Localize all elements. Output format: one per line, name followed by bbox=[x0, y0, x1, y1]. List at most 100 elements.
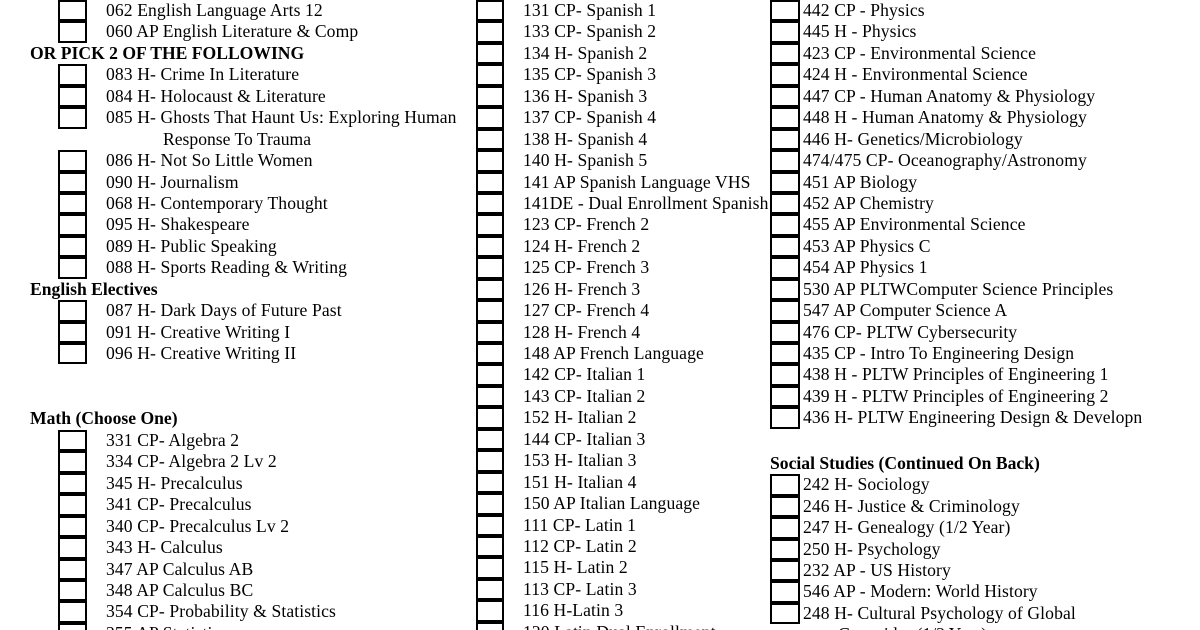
course-option-row[interactable]: 451 AP Biology bbox=[762, 171, 1200, 193]
course-option-row[interactable]: 112 CP- Latin 2 bbox=[465, 535, 765, 558]
course-option-row[interactable]: 423 CP - Environmental Science bbox=[762, 42, 1200, 65]
course-checkbox[interactable] bbox=[58, 494, 87, 516]
course-checkbox[interactable] bbox=[770, 385, 800, 408]
course-checkbox[interactable] bbox=[476, 471, 504, 494]
course-checkbox[interactable] bbox=[58, 0, 87, 22]
course-option-row[interactable]: 126 H- French 3 bbox=[465, 278, 765, 301]
course-option-row[interactable]: 150 AP Italian Language bbox=[465, 493, 765, 515]
course-option-row[interactable]: 530 AP PLTWComputer Science Principles bbox=[762, 278, 1200, 301]
course-checkbox[interactable] bbox=[770, 150, 800, 172]
course-checkbox[interactable] bbox=[58, 300, 87, 322]
course-option-row[interactable]: 151 H- Italian 4 bbox=[465, 471, 765, 494]
course-checkbox[interactable] bbox=[58, 150, 87, 172]
course-checkbox[interactable] bbox=[770, 300, 800, 322]
course-option-row[interactable]: 424 H - Environmental Science bbox=[762, 64, 1200, 86]
course-option-row[interactable]: 091 H- Creative Writing I bbox=[0, 321, 460, 343]
course-option-row[interactable]: 447 CP - Human Anatomy & Physiology bbox=[762, 85, 1200, 108]
course-option-row[interactable]: 454 AP Physics 1 bbox=[762, 257, 1200, 279]
course-option-row[interactable]: 442 CP - Physics bbox=[762, 0, 1200, 22]
course-option-row[interactable]: 116 H-Latin 3 bbox=[465, 600, 765, 622]
course-checkbox[interactable] bbox=[58, 579, 87, 602]
course-option-row[interactable]: 134 H- Spanish 2 bbox=[465, 42, 765, 65]
course-checkbox[interactable] bbox=[770, 474, 800, 496]
course-checkbox[interactable] bbox=[476, 128, 504, 151]
course-checkbox[interactable] bbox=[476, 493, 504, 515]
course-checkbox[interactable] bbox=[770, 0, 800, 22]
course-option-row[interactable]: 137 CP- Spanish 4 bbox=[465, 107, 765, 129]
course-checkbox[interactable] bbox=[476, 171, 504, 193]
course-option-row[interactable]: 446 H- Genetics/Microbiology bbox=[762, 128, 1200, 151]
course-checkbox[interactable] bbox=[770, 107, 800, 129]
course-option-row[interactable]: 248 H- Cultural Psychology of Global bbox=[762, 602, 1200, 625]
course-option-row[interactable]: 087 H- Dark Days of Future Past bbox=[0, 300, 460, 322]
course-option-row[interactable]: 135 CP- Spanish 3 bbox=[465, 64, 765, 86]
course-option-row[interactable]: 113 CP- Latin 3 bbox=[465, 578, 765, 601]
course-checkbox[interactable] bbox=[770, 192, 800, 215]
course-checkbox[interactable] bbox=[770, 321, 800, 343]
course-checkbox[interactable] bbox=[770, 559, 800, 582]
course-checkbox[interactable] bbox=[770, 21, 800, 43]
course-option-row[interactable]: 242 H- Sociology bbox=[762, 474, 1200, 496]
course-checkbox[interactable] bbox=[476, 235, 504, 258]
course-checkbox[interactable] bbox=[476, 535, 504, 558]
course-checkbox[interactable] bbox=[476, 578, 504, 601]
course-checkbox[interactable] bbox=[476, 321, 504, 343]
course-checkbox[interactable] bbox=[58, 515, 87, 538]
course-checkbox[interactable] bbox=[770, 538, 800, 560]
course-option-row[interactable]: 247 H- Genealogy (1/2 Year) bbox=[762, 517, 1200, 539]
course-option-row[interactable]: 334 CP- Algebra 2 Lv 2 bbox=[0, 451, 460, 473]
course-checkbox[interactable] bbox=[476, 85, 504, 108]
course-option-row[interactable]: 111 CP- Latin 1 bbox=[465, 514, 765, 536]
course-checkbox[interactable] bbox=[58, 257, 87, 279]
course-option-row[interactable]: 127 CP- French 4 bbox=[465, 300, 765, 322]
course-option-row[interactable]: 143 CP- Italian 2 bbox=[465, 385, 765, 408]
course-checkbox[interactable] bbox=[58, 601, 87, 623]
course-checkbox[interactable] bbox=[476, 192, 504, 215]
course-option-row[interactable]: 347 AP Calculus AB bbox=[0, 558, 460, 580]
course-option-row[interactable]: 138 H- Spanish 4 bbox=[465, 128, 765, 151]
course-checkbox[interactable] bbox=[58, 21, 87, 43]
course-option-row[interactable]: 142 CP- Italian 1 bbox=[465, 364, 765, 386]
course-checkbox[interactable] bbox=[476, 64, 504, 86]
course-checkbox[interactable] bbox=[770, 64, 800, 86]
course-option-row[interactable]: 131 CP- Spanish 1 bbox=[465, 0, 765, 22]
course-checkbox[interactable] bbox=[58, 85, 87, 108]
course-checkbox[interactable] bbox=[58, 107, 87, 129]
course-checkbox[interactable] bbox=[58, 451, 87, 473]
course-option-row[interactable]: 474/475 CP- Oceanography/Astronomy bbox=[762, 150, 1200, 172]
course-checkbox[interactable] bbox=[476, 150, 504, 172]
course-checkbox[interactable] bbox=[476, 278, 504, 301]
course-option-row[interactable]: 452 AP Chemistry bbox=[762, 192, 1200, 215]
course-option-row[interactable]: 124 H- French 2 bbox=[465, 235, 765, 258]
course-option-row[interactable]: 435 CP - Intro To Engineering Design bbox=[762, 343, 1200, 365]
course-checkbox[interactable] bbox=[58, 64, 87, 86]
course-option-row[interactable]: 436 H- PLTW Engineering Design & Develop… bbox=[762, 407, 1200, 429]
course-checkbox[interactable] bbox=[770, 581, 800, 603]
course-checkbox[interactable] bbox=[58, 171, 87, 193]
course-option-row[interactable]: 125 CP- French 3 bbox=[465, 257, 765, 279]
course-checkbox[interactable] bbox=[476, 514, 504, 536]
course-option-row[interactable]: 115 H- Latin 2 bbox=[465, 557, 765, 579]
course-option-row[interactable]: 090 H- Journalism bbox=[0, 171, 460, 193]
course-option-row[interactable]: 246 H- Justice & Criminology bbox=[762, 495, 1200, 518]
course-checkbox[interactable] bbox=[476, 21, 504, 43]
course-option-row[interactable]: 096 H- Creative Writing II bbox=[0, 343, 460, 365]
course-checkbox[interactable] bbox=[58, 321, 87, 343]
course-option-row[interactable]: 355 AP Statistics bbox=[0, 622, 460, 630]
course-option-row[interactable]: 343 H- Calculus bbox=[0, 537, 460, 559]
course-option-row[interactable]: 439 H - PLTW Principles of Engineering 2 bbox=[762, 385, 1200, 408]
course-checkbox[interactable] bbox=[476, 300, 504, 322]
course-checkbox[interactable] bbox=[58, 537, 87, 559]
course-option-row[interactable]: 141DE - Dual Enrollment Spanish bbox=[465, 192, 768, 215]
course-option-row[interactable]: 123 CP- French 2 bbox=[465, 214, 765, 236]
course-checkbox[interactable] bbox=[58, 472, 87, 495]
course-checkbox[interactable] bbox=[58, 192, 87, 215]
course-option-row[interactable]: 128 H- French 4 bbox=[465, 321, 765, 343]
course-checkbox[interactable] bbox=[476, 257, 504, 279]
course-option-row[interactable]: 341 CP- Precalculus bbox=[0, 494, 460, 516]
course-option-row[interactable]: 136 H- Spanish 3 bbox=[465, 85, 765, 108]
course-option-row[interactable]: 348 AP Calculus BC bbox=[0, 579, 460, 602]
course-option-row[interactable]: 089 H- Public Speaking bbox=[0, 235, 460, 258]
course-option-row[interactable]: 453 AP Physics C bbox=[762, 235, 1200, 258]
course-checkbox[interactable] bbox=[770, 602, 800, 625]
